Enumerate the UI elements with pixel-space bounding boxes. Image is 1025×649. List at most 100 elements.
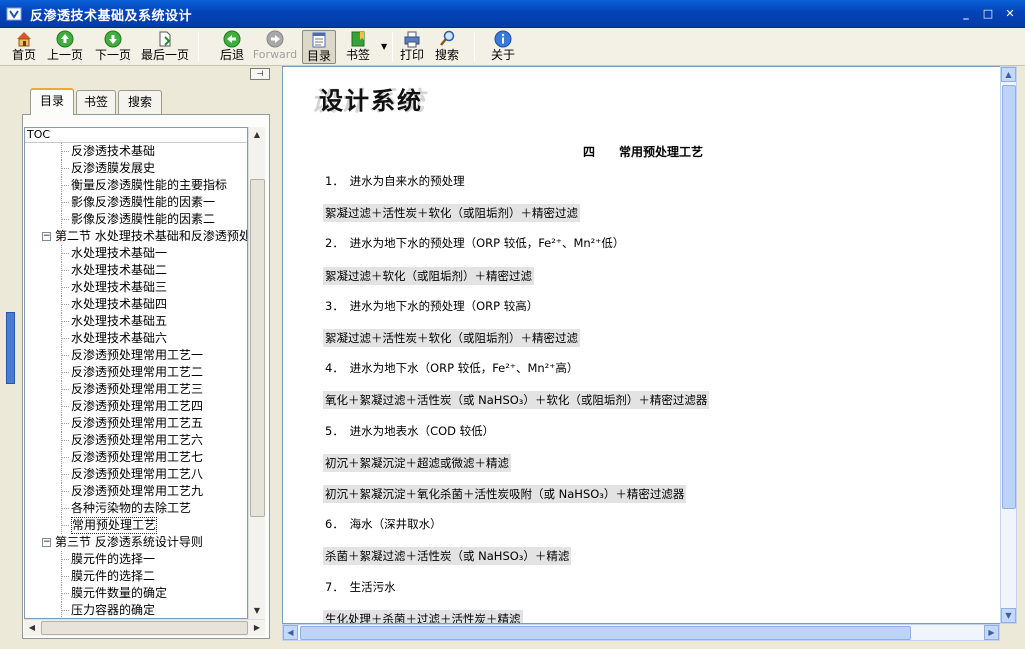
- tree-item[interactable]: 水处理技术基础三: [25, 279, 247, 296]
- scroll-left-icon[interactable]: ◀: [283, 625, 298, 640]
- scroll-down-icon[interactable]: ▼: [249, 603, 265, 619]
- scroll-thumb[interactable]: [300, 626, 911, 640]
- document-icon: [159, 31, 171, 47]
- content-horizontal-scrollbar[interactable]: ◀ ▶: [282, 624, 1000, 641]
- maximize-icon[interactable]: □: [980, 6, 996, 22]
- process-heading: 3． 进水为地下水的预处理（ORP 较高）: [325, 298, 539, 313]
- toc-button[interactable]: 目录: [302, 30, 336, 64]
- info-icon: [494, 30, 512, 48]
- bookmark-button[interactable]: 书签: [342, 30, 374, 64]
- tree-item[interactable]: 膜元件的选择二: [25, 568, 247, 585]
- tree-item[interactable]: 水处理技术基础四: [25, 296, 247, 313]
- tree-item[interactable]: 反渗透膜发展史: [25, 160, 247, 177]
- tree-item-label: 反渗透预处理常用工艺四: [71, 399, 204, 413]
- toc-tree: TOC 反渗透技术基础 反渗透膜发展史 衡量反渗透膜性能的主要指标 影像反渗透膜性能的…: [24, 127, 248, 619]
- process-flow-text: 絮凝过滤＋软化（或阻垢剂）＋精密过滤: [323, 266, 534, 285]
- tree-item-label: 膜元件数量的确定: [71, 586, 168, 600]
- process-heading: 6． 海水（深井取水）: [325, 517, 442, 532]
- tree-item[interactable]: 反渗透预处理常用工艺七: [25, 449, 247, 466]
- scroll-right-icon[interactable]: ▶: [249, 620, 265, 636]
- scroll-up-icon[interactable]: ▲: [249, 127, 265, 143]
- tab-bookmark[interactable]: 书签: [76, 90, 116, 114]
- tree-item[interactable]: 膜元件的选择一: [25, 551, 247, 568]
- scroll-down-icon[interactable]: ▼: [1001, 608, 1016, 623]
- tree-item[interactable]: 压力容器的确定: [25, 602, 247, 618]
- tree-item[interactable]: 水处理技术基础五: [25, 313, 247, 330]
- scroll-thumb[interactable]: [41, 621, 248, 635]
- tree-item-label: 反渗透预处理常用工艺六: [71, 433, 204, 447]
- last-page-button[interactable]: 最后一页: [138, 30, 192, 64]
- tree-item-label: 压力容器的确定: [71, 603, 156, 617]
- tree-item[interactable]: 水处理技术基础一: [25, 245, 247, 262]
- tree-item-label: 影像反渗透膜性能的因素二: [71, 212, 216, 226]
- tree-item[interactable]: 水处理技术基础二: [25, 262, 247, 279]
- tree-item[interactable]: 反渗透预处理常用工艺四: [25, 398, 247, 415]
- tree-item[interactable]: 反渗透预处理常用工艺二: [25, 364, 247, 381]
- tree-item-label: 常用预处理工艺: [71, 517, 158, 534]
- tree-item[interactable]: 衡量反渗透膜性能的主要指标: [25, 177, 247, 194]
- minimize-icon[interactable]: _: [958, 6, 974, 22]
- search-icon: [440, 30, 455, 46]
- pin-icon[interactable]: ⊣: [250, 68, 270, 80]
- tree-item-label: 第二节 水处理技术基础和反渗透预处: [55, 229, 248, 243]
- tree-item-label: 水处理技术基础三: [71, 280, 168, 294]
- collapse-icon[interactable]: −: [42, 232, 51, 241]
- tree-item-label: 反渗透预处理常用工艺一: [71, 348, 204, 362]
- tree-item[interactable]: 各种污染物的去除工艺: [25, 500, 247, 517]
- search-button[interactable]: 搜索: [432, 30, 462, 64]
- close-icon[interactable]: ✕: [1002, 6, 1018, 22]
- process-flow-text: 生化处理＋杀菌＋过滤＋活性炭＋精滤: [323, 609, 523, 623]
- tree-item[interactable]: 反渗透预处理常用工艺六: [25, 432, 247, 449]
- tree-section-item[interactable]: − 第二节 水处理技术基础和反渗透预处: [25, 228, 247, 245]
- tree-item[interactable]: 水处理技术基础六: [25, 330, 247, 347]
- home-icon: [17, 32, 31, 47]
- tree-item[interactable]: 反渗透预处理常用工艺一: [25, 347, 247, 364]
- process-flow-text: 絮凝过滤＋活性炭＋软化（或阻垢剂）＋精密过滤: [323, 204, 580, 223]
- tree-item[interactable]: 反渗透预处理常用工艺八: [25, 466, 247, 483]
- tab-toc[interactable]: 目录: [30, 88, 74, 115]
- tree-item[interactable]: 影像反渗透膜性能的因素一: [25, 194, 247, 211]
- process-flow-text: 初沉＋絮凝沉淀＋氧化杀菌＋活性炭吸附（或 NaHSO₃）＋精密过滤器: [323, 485, 687, 503]
- back-button[interactable]: 后退: [216, 30, 248, 64]
- tree-item[interactable]: 反渗透预处理常用工艺三: [25, 381, 247, 398]
- collapse-icon[interactable]: −: [42, 538, 51, 547]
- scroll-thumb[interactable]: [1002, 85, 1016, 509]
- scroll-right-icon[interactable]: ▶: [984, 625, 999, 640]
- next-page-button[interactable]: 下一页: [92, 30, 134, 64]
- banner-title: 设计系统: [319, 87, 423, 115]
- process-flow-text: 氧化＋絮凝过滤＋活性炭（或 NaHSO₃）＋软化（或阻垢剂）＋精密过滤器: [323, 391, 710, 410]
- collapse-handle[interactable]: [6, 312, 15, 384]
- process-heading: 5． 进水为地表水（COD 较低）: [325, 423, 495, 438]
- bookmark-dropdown-icon[interactable]: ▼: [381, 42, 387, 51]
- tree-item[interactable]: 影像反渗透膜性能的因素二: [25, 211, 247, 228]
- tree-item[interactable]: 反渗透预处理常用工艺九: [25, 483, 247, 500]
- content-vertical-scrollbar[interactable]: ▲ ▼: [1000, 66, 1017, 624]
- tree-item-label: 影像反渗透膜性能的因素一: [71, 195, 216, 209]
- scroll-left-icon[interactable]: ◀: [24, 620, 40, 636]
- forward-button[interactable]: Forward: [252, 30, 298, 64]
- tree-section-item[interactable]: − 第三节 反渗透系统设计导则: [25, 534, 247, 551]
- process-flow-text: 杀菌＋絮凝过滤＋活性炭（或 NaHSO₃）＋精滤: [323, 547, 572, 566]
- tree-horizontal-scrollbar[interactable]: ◀ ▶: [24, 619, 265, 636]
- print-button[interactable]: 打印: [398, 30, 426, 64]
- tree-item[interactable]: 反渗透预处理常用工艺五: [25, 415, 247, 432]
- prev-page-button[interactable]: 上一页: [44, 30, 86, 64]
- tab-search[interactable]: 搜索: [118, 90, 162, 114]
- left-collapse-strip: [0, 66, 17, 639]
- scroll-thumb[interactable]: [250, 179, 265, 517]
- tree-item-label: 反渗透预处理常用工艺二: [71, 365, 204, 379]
- tree-item[interactable]: 反渗透技术基础: [25, 143, 247, 160]
- tree-item-label: 膜元件的选择一: [71, 552, 156, 566]
- tree-item[interactable]: 膜元件数量的确定: [25, 585, 247, 602]
- arrow-up-icon: [56, 30, 74, 48]
- toc-icon: [312, 32, 326, 48]
- tree-item[interactable]: 常用预处理工艺: [25, 517, 247, 534]
- about-button[interactable]: 关于: [488, 30, 518, 64]
- tree-item-label: 反渗透预处理常用工艺九: [71, 484, 204, 498]
- home-button[interactable]: 首页: [8, 30, 40, 64]
- scroll-up-icon[interactable]: ▲: [1001, 67, 1016, 82]
- arrow-left-icon: [223, 30, 241, 48]
- process-heading: 4． 进水为地下水（ORP 较低，Fe²⁺、Mn²⁺高）: [325, 361, 579, 376]
- app-icon: [6, 7, 22, 21]
- tree-vertical-scrollbar[interactable]: ▲ ▼: [248, 127, 265, 619]
